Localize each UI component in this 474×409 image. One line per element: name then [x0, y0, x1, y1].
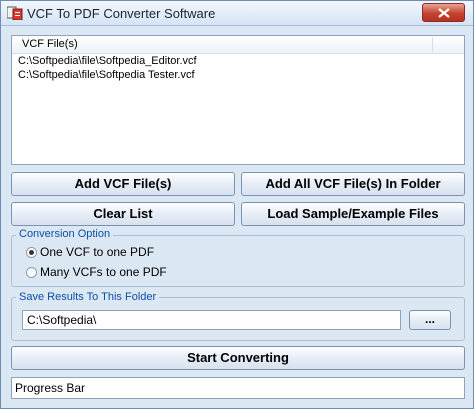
radio-selected-dot	[29, 250, 34, 255]
clear-list-button[interactable]: Clear List	[11, 202, 235, 226]
window-title: VCF To PDF Converter Software	[27, 6, 216, 21]
option-many-to-one-label[interactable]: Many VCFs to one PDF	[40, 265, 167, 279]
list-column-header[interactable]: VCF File(s)	[12, 36, 464, 54]
conversion-option-group	[11, 235, 465, 287]
vcf-pdf-app-icon	[7, 6, 23, 20]
radio-many-to-one[interactable]	[26, 267, 37, 278]
browse-folder-button[interactable]: ...	[409, 310, 451, 330]
column-divider	[432, 37, 433, 52]
app-window: VCF To PDF Converter Software VCF File(s…	[0, 0, 474, 409]
add-folder-button[interactable]: Add All VCF File(s) In Folder	[241, 172, 465, 196]
option-one-to-one-label[interactable]: One VCF to one PDF	[40, 245, 154, 259]
column-header-vcf-files: VCF File(s)	[22, 38, 78, 50]
conversion-option-legend: Conversion Option	[16, 228, 114, 240]
save-folder-legend: Save Results To This Folder	[16, 291, 160, 303]
load-sample-button[interactable]: Load Sample/Example Files	[241, 202, 465, 226]
radio-one-to-one[interactable]	[26, 247, 37, 258]
output-folder-field[interactable]: C:\Softpedia\	[22, 310, 401, 330]
close-icon	[438, 8, 450, 18]
start-converting-button[interactable]: Start Converting	[11, 346, 465, 370]
add-vcf-files-button[interactable]: Add VCF File(s)	[11, 172, 235, 196]
list-item[interactable]: C:\Softpedia\file\Softpedia Tester.vcf	[18, 69, 195, 81]
list-item[interactable]: C:\Softpedia\file\Softpedia_Editor.vcf	[18, 55, 197, 67]
close-button[interactable]	[422, 3, 465, 22]
vcf-file-list[interactable]: VCF File(s) C:\Softpedia\file\Softpedia_…	[11, 35, 465, 165]
progress-bar-label: Progress Bar	[15, 381, 86, 395]
title-bar: VCF To PDF Converter Software	[1, 1, 473, 26]
progress-bar: Progress Bar	[11, 377, 465, 399]
